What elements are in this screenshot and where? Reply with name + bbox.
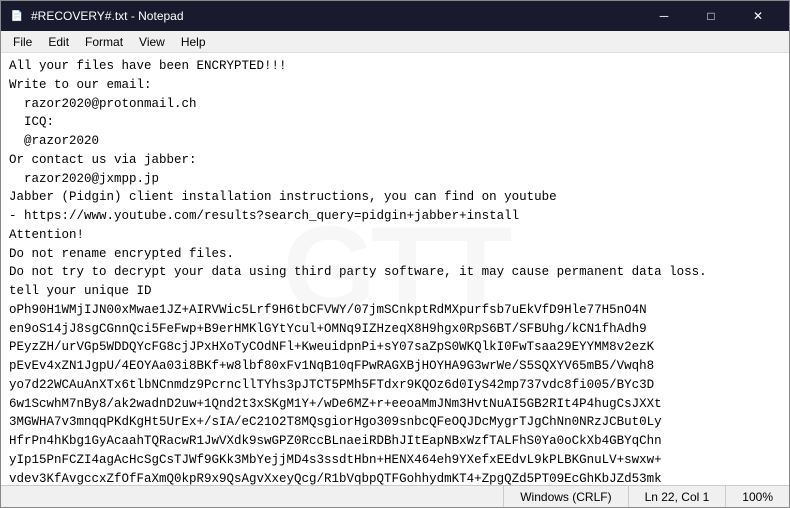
content-area: GTT All your files have been ENCRYPTED!!… bbox=[1, 53, 789, 485]
menu-format[interactable]: Format bbox=[77, 33, 131, 51]
status-spacer bbox=[1, 486, 504, 507]
text-editor[interactable]: All your files have been ENCRYPTED!!! Wr… bbox=[1, 53, 789, 485]
app-icon: 📄 bbox=[9, 8, 25, 24]
menu-help[interactable]: Help bbox=[173, 33, 214, 51]
menu-file[interactable]: File bbox=[5, 33, 40, 51]
title-bar: 📄 #RECOVERY#.txt - Notepad ─ □ ✕ bbox=[1, 1, 789, 31]
minimize-button[interactable]: ─ bbox=[641, 1, 687, 31]
menu-edit[interactable]: Edit bbox=[40, 33, 77, 51]
maximize-button[interactable]: □ bbox=[688, 1, 734, 31]
title-controls: ─ □ ✕ bbox=[641, 1, 781, 31]
status-line-ending: Windows (CRLF) bbox=[504, 486, 628, 507]
notepad-window: 📄 #RECOVERY#.txt - Notepad ─ □ ✕ File Ed… bbox=[0, 0, 790, 508]
close-button[interactable]: ✕ bbox=[735, 1, 781, 31]
menu-view[interactable]: View bbox=[131, 33, 173, 51]
status-cursor-position: Ln 22, Col 1 bbox=[629, 486, 727, 507]
title-bar-left: 📄 #RECOVERY#.txt - Notepad bbox=[9, 8, 184, 24]
status-zoom: 100% bbox=[726, 486, 789, 507]
window-title: #RECOVERY#.txt - Notepad bbox=[31, 9, 184, 23]
menu-bar: File Edit Format View Help bbox=[1, 31, 789, 53]
status-bar: Windows (CRLF) Ln 22, Col 1 100% bbox=[1, 485, 789, 507]
